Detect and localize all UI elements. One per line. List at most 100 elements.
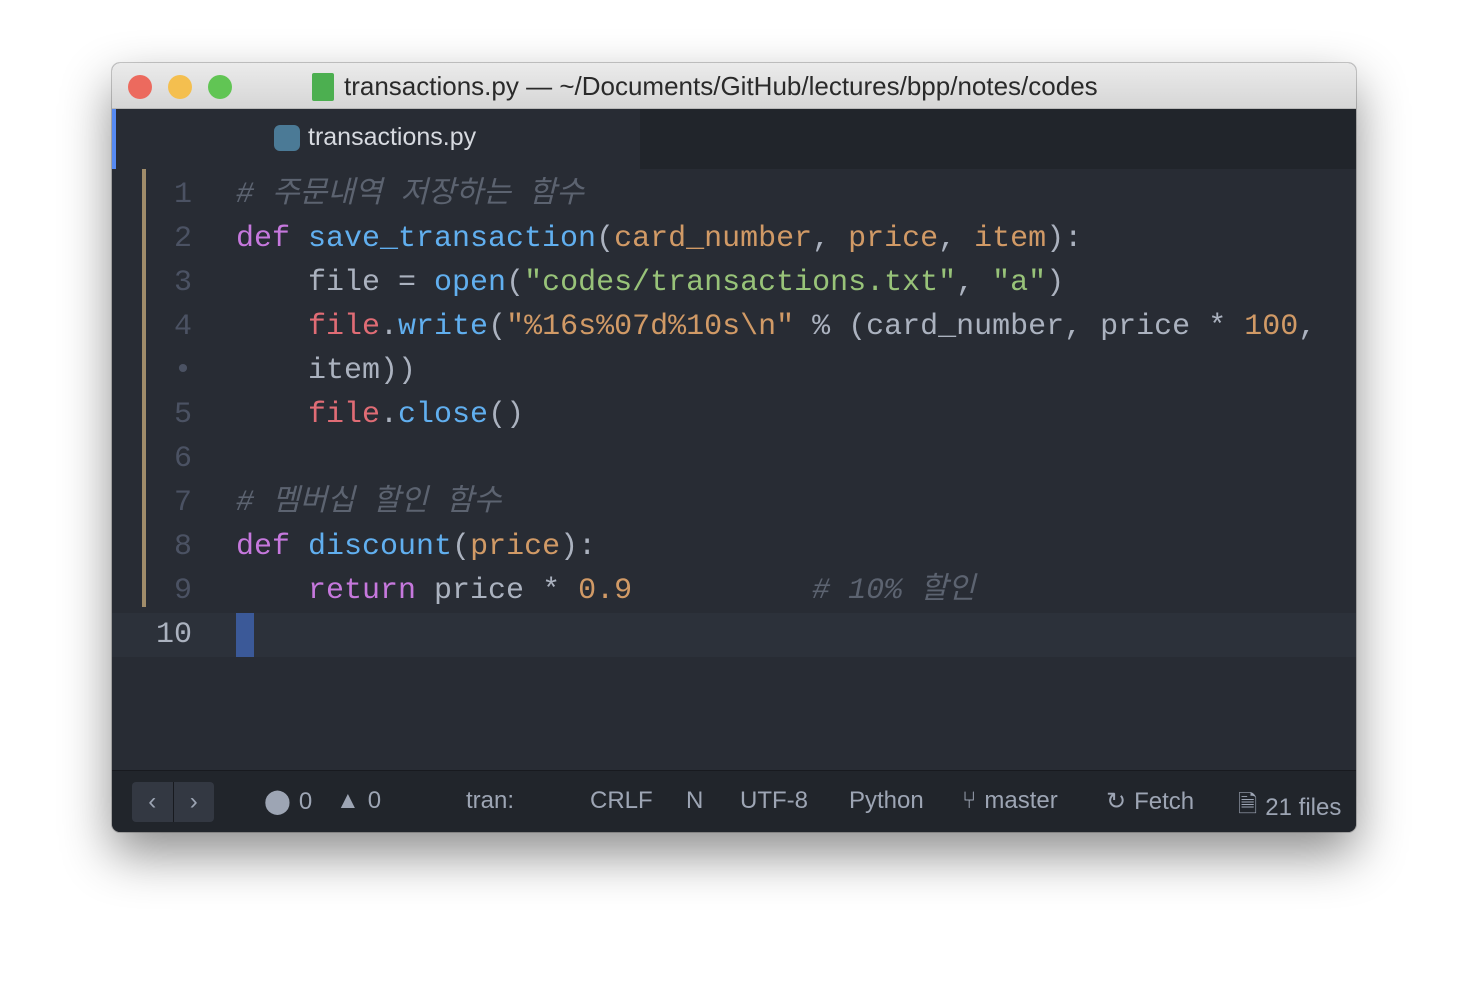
n-indicator[interactable]: N <box>686 787 703 815</box>
title-bar: transactions.py — ~/Documents/GitHub/lec… <box>112 63 1356 109</box>
code-token: ): <box>560 530 597 564</box>
code-line: 9 return price * 0.9 # 10% 할인 <box>112 569 1356 613</box>
tab-transactions[interactable]: transactions.py <box>112 109 640 169</box>
git-branch[interactable]: ⑂ master <box>962 787 1058 815</box>
code-token: ( <box>596 222 615 256</box>
close-button[interactable] <box>128 75 152 99</box>
code-token: () <box>488 398 525 432</box>
line-number: 7 <box>173 486 192 520</box>
code-editor[interactable]: 1 # 주문내역 저장하는 함수 2 def save_transaction(car… <box>112 169 1356 770</box>
editor-window: transactions.py — ~/Documents/GitHub/lec… <box>112 63 1356 832</box>
branch-icon: ⑂ <box>962 787 977 814</box>
code-token: def <box>236 530 309 564</box>
code-token: price * <box>416 574 579 608</box>
text-cursor <box>236 613 254 657</box>
code-token: 0.9 <box>578 574 633 608</box>
zoom-button[interactable] <box>208 75 232 99</box>
code-token: return <box>308 574 417 608</box>
minimize-button[interactable] <box>168 75 192 99</box>
code-line: 2 def save_transaction(card_number, price… <box>112 217 1356 261</box>
code-token: , <box>1298 310 1317 344</box>
code-token: write <box>398 310 489 344</box>
code-token: , <box>812 222 849 256</box>
warning-count: 0 <box>367 787 382 814</box>
code-line: 5 file.close() <box>112 393 1356 437</box>
code-line: 3 file = open("codes/transactions.txt", … <box>112 261 1356 305</box>
sync-icon: ↻ <box>1106 788 1127 815</box>
diff-file-icon: 🗎 <box>1238 791 1258 818</box>
code-token: file = <box>236 266 435 300</box>
forward-button[interactable]: › <box>174 782 215 822</box>
code-line: 1 # 주문내역 저장하는 함수 <box>112 173 1356 217</box>
code-token: "%16s%07d%10s\n" <box>506 310 795 344</box>
code-token: ( <box>452 530 471 564</box>
code-token: ): <box>1046 222 1083 256</box>
line-ending[interactable]: CRLF <box>590 787 653 815</box>
code-token: item)) <box>236 354 417 388</box>
encoding[interactable]: UTF-8 <box>740 787 808 815</box>
code-token: # 10% 할인 <box>812 574 976 608</box>
atom-file-icon <box>312 72 334 101</box>
line-number: 6 <box>173 442 192 476</box>
code-token: "a" <box>992 266 1047 300</box>
line-number: 5 <box>173 398 192 432</box>
code-token: ) <box>1046 266 1065 300</box>
code-token: file <box>308 398 381 432</box>
file-info[interactable]: tran: <box>466 787 514 815</box>
line-number: 2 <box>173 222 192 256</box>
window-title: transactions.py — ~/Documents/GitHub/lec… <box>344 71 1098 101</box>
code-text: # 멤버십 할인 함수 <box>236 481 501 525</box>
tab-bar: transactions.py <box>112 109 1356 169</box>
tab-label: transactions.py <box>308 123 477 151</box>
code-token: "codes/transactions.txt" <box>524 266 957 300</box>
line-number: 9 <box>173 574 192 608</box>
code-token: open <box>434 266 507 300</box>
code-token: . <box>380 398 399 432</box>
code-token: price <box>848 222 939 256</box>
code-token: item <box>974 222 1047 256</box>
code-token: . <box>380 310 399 344</box>
code-text: # 주문내역 저장하는 함수 <box>236 173 584 217</box>
code-token: 100 <box>1244 310 1299 344</box>
status-bar: ‹ › ⬤ 0 ▲ 0 tran: CRLF N UTF-8 Python ⑂ mast… <box>112 770 1356 832</box>
errors-status[interactable]: ⬤ 0 <box>264 787 312 816</box>
warning-icon: ▲ <box>336 787 360 814</box>
code-text: def save_transaction(card_number, price,… <box>236 217 1082 261</box>
code-token: def <box>236 222 309 256</box>
nav-buttons: ‹ › <box>132 782 214 822</box>
error-count: 0 <box>298 787 313 815</box>
code-line: 4 file.write("%16s%07d%10s\n" % (card_nu… <box>112 305 1356 349</box>
code-text: file = open("codes/transactions.txt", "a… <box>236 261 1064 305</box>
code-token: ( <box>488 310 507 344</box>
python-icon <box>274 124 300 151</box>
files-count: 21 files <box>1265 793 1342 821</box>
code-token: ( <box>506 266 525 300</box>
code-token: card_number <box>614 222 813 256</box>
line-number: 10 <box>155 618 192 652</box>
branch-name: master <box>984 787 1058 814</box>
changed-files[interactable]: 🗎 21 files <box>1238 787 1341 828</box>
code-text: return price * 0.9 # 10% 할인 <box>236 569 975 613</box>
code-line: 7 # 멤버십 할인 함수 <box>112 481 1356 525</box>
code-token: , <box>956 266 993 300</box>
back-button[interactable]: ‹ <box>132 782 174 822</box>
code-token: file <box>308 310 381 344</box>
line-number: 1 <box>173 178 192 212</box>
code-token: , <box>938 222 975 256</box>
grammar[interactable]: Python <box>849 787 924 815</box>
line-number: 8 <box>173 530 192 564</box>
code-line: • item)) <box>112 349 1356 393</box>
warnings-status[interactable]: ▲ 0 <box>336 787 381 815</box>
code-token: price <box>470 530 561 564</box>
fetch-button[interactable]: ↻ Fetch <box>1106 787 1194 816</box>
fetch-label: Fetch <box>1134 787 1195 815</box>
code-text: file.write("%16s%07d%10s\n" % (card_numb… <box>236 305 1316 349</box>
line-number: • <box>173 354 192 388</box>
code-line: 10 <box>112 613 1356 657</box>
code-text: def discount(price): <box>236 525 596 569</box>
code-token: # 멤버십 할인 함수 <box>236 486 502 520</box>
